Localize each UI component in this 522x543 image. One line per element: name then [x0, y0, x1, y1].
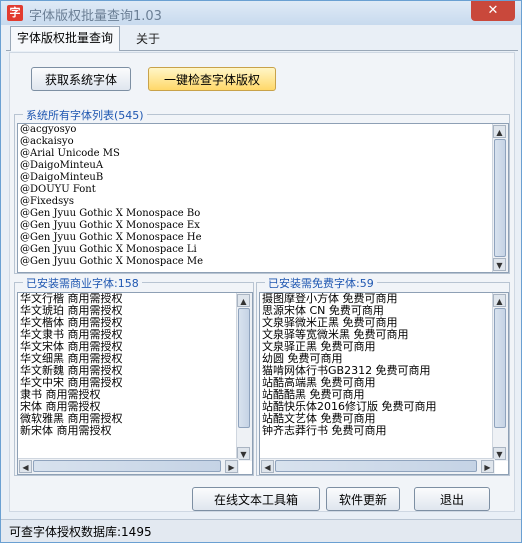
scroll-thumb[interactable]: [33, 460, 221, 472]
scroll-thumb[interactable]: [238, 308, 250, 428]
commercial-fonts-list[interactable]: 华文行楷 商用需授权 华文琥珀 商用需授权 华文楷体 商用需授权 华文隶书 商用需授权…: [17, 292, 253, 475]
free-fonts-hscroll[interactable]: ◀ ▶: [260, 458, 495, 474]
scroll-down-icon[interactable]: ▼: [493, 258, 506, 271]
all-fonts-group: 系统所有字体列表(545) @acgyosyo @ackaisyo @Arial U…: [14, 107, 510, 274]
software-update-button[interactable]: 软件更新: [326, 487, 400, 511]
get-system-fonts-button[interactable]: 获取系统字体: [31, 67, 131, 91]
all-fonts-vscroll[interactable]: ▲ ▼: [492, 124, 508, 272]
free-fonts-title: 已安装需免费字体:59: [265, 275, 377, 291]
free-fonts-vscroll[interactable]: ▲ ▼: [492, 293, 508, 461]
status-text: 可查字体授权数据库:1495: [9, 525, 152, 539]
tab-about[interactable]: 关于: [130, 28, 166, 50]
scroll-left-icon[interactable]: ◀: [19, 460, 32, 473]
list-item[interactable]: @Gen Jyuu Gothic X Monospace He: [18, 232, 508, 244]
title-bar[interactable]: 字 字体版权批量查询1.03 ✕: [1, 1, 521, 25]
free-fonts-list[interactable]: 摄图摩登小方体 免费可商用 思源宋体 CN 免费可商用 文泉驿微米正黑 免费可商用文…: [259, 292, 509, 475]
scroll-thumb[interactable]: [494, 308, 506, 428]
tab-bar: 字体版权批量查询 关于: [6, 26, 518, 51]
scroll-left-icon[interactable]: ◀: [261, 460, 274, 473]
app-window: 字 字体版权批量查询1.03 ✕ 字体版权批量查询 关于 获取系统字体 一键检查…: [0, 0, 522, 543]
main-panel: 获取系统字体 一键检查字体版权 系统所有字体列表(545) @acgyosyo @…: [9, 52, 515, 512]
list-item[interactable]: @DaigoMinteuB: [18, 172, 508, 184]
list-item[interactable]: 钟齐志莽行书 免费可商用: [260, 425, 508, 437]
list-item[interactable]: @ackaisyo: [18, 136, 508, 148]
window-title: 字体版权批量查询1.03: [29, 9, 162, 24]
app-icon: 字: [7, 5, 23, 21]
all-fonts-items: @acgyosyo @ackaisyo @Arial Unicode MS @Daig…: [18, 124, 508, 268]
list-item[interactable]: @Gen Jyuu Gothic X Monospace Me: [18, 256, 508, 268]
list-item[interactable]: @Gen Jyuu Gothic X Monospace Ex: [18, 220, 508, 232]
scroll-right-icon[interactable]: ▶: [481, 460, 494, 473]
tab-batch-query[interactable]: 字体版权批量查询: [10, 26, 121, 51]
commercial-fonts-hscroll[interactable]: ◀ ▶: [18, 458, 239, 474]
close-button[interactable]: ✕: [471, 1, 515, 21]
commercial-fonts-vscroll[interactable]: ▲ ▼: [236, 293, 252, 461]
all-fonts-list[interactable]: @acgyosyo @ackaisyo @Arial Unicode MS @Daig…: [17, 123, 509, 273]
list-item[interactable]: @acgyosyo: [18, 124, 508, 136]
free-fonts-items: 摄图摩登小方体 免费可商用 思源宋体 CN 免费可商用 文泉驿微米正黑 免费可商用文…: [260, 293, 508, 437]
commercial-fonts-items: 华文行楷 商用需授权 华文琥珀 商用需授权 华文楷体 商用需授权 华文隶书 商用需授权…: [18, 293, 252, 437]
status-bar: 可查字体授权数据库:1495: [1, 519, 521, 542]
list-item[interactable]: @DaigoMinteuA: [18, 160, 508, 172]
scroll-up-icon[interactable]: ▲: [493, 294, 506, 307]
commercial-fonts-group: 已安装需商业字体:158 华文行楷 商用需授权 华文琥珀 商用需授权 华文楷体 商用…: [14, 275, 254, 476]
list-item[interactable]: @Gen Jyuu Gothic X Monospace Bo: [18, 208, 508, 220]
scroll-up-icon[interactable]: ▲: [493, 125, 506, 138]
list-item[interactable]: @Fixedsys: [18, 196, 508, 208]
check-copyright-button[interactable]: 一键检查字体版权: [148, 67, 276, 91]
list-item[interactable]: @DOUYU Font: [18, 184, 508, 196]
scroll-thumb[interactable]: [275, 460, 477, 472]
scroll-thumb[interactable]: [494, 139, 506, 257]
scroll-up-icon[interactable]: ▲: [237, 294, 250, 307]
scroll-right-icon[interactable]: ▶: [225, 460, 238, 473]
all-fonts-title: 系统所有字体列表(545): [23, 107, 147, 123]
free-fonts-group: 已安装需免费字体:59 摄图摩登小方体 免费可商用 思源宋体 CN 免费可商用 文泉…: [256, 275, 510, 476]
online-text-tools-button[interactable]: 在线文本工具箱: [192, 487, 320, 511]
commercial-fonts-title: 已安装需商业字体:158: [23, 275, 142, 291]
exit-button[interactable]: 退出: [414, 487, 490, 511]
list-item[interactable]: @Arial Unicode MS: [18, 148, 508, 160]
list-item[interactable]: 新宋体 商用需授权: [18, 425, 252, 437]
list-item[interactable]: @Gen Jyuu Gothic X Monospace Li: [18, 244, 508, 256]
